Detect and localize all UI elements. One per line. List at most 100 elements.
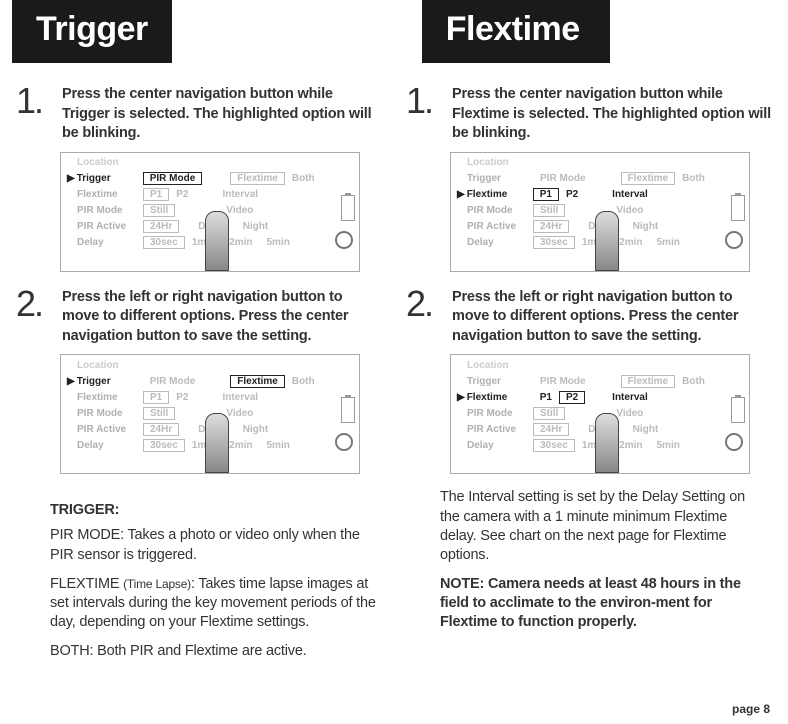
opt-both: Both [285, 375, 322, 388]
battery-icon [731, 195, 745, 221]
camera-illustration [697, 429, 747, 471]
opt-interval: Interval [605, 188, 655, 201]
opt-24hr: 24Hr [533, 220, 569, 233]
opt-interval: Interval [215, 188, 265, 201]
battery-icon [731, 397, 745, 423]
trigger-desc-pirmode: PIR MODE: Takes a photo or video only wh… [50, 526, 378, 564]
device-screenshot-flextime-1: Location Trigger PIR Mode Flextime Both … [450, 152, 750, 272]
step-text: Press the left or right navigation butto… [62, 286, 382, 347]
opt-night: Night [236, 220, 276, 233]
opt-night: Night [626, 220, 666, 233]
opt-5min: 5min [650, 236, 687, 249]
opt-pirmode: PIR Mode [143, 172, 203, 185]
opt-p2: P2 [559, 188, 585, 201]
cursor-arrow-icon: ▶ [67, 173, 75, 184]
menu-flextime: Flextime [77, 392, 143, 403]
cursor-arrow-icon: ▶ [67, 376, 75, 387]
opt-still: Still [533, 204, 565, 217]
hand-illustration [571, 413, 631, 473]
menu-pirmode-row: PIR Mode [467, 205, 533, 216]
flextime-note-desc: NOTE: Camera needs at least 48 hours in … [440, 575, 766, 632]
opt-pirmode: PIR Mode [143, 375, 203, 388]
opt-interval: Interval [605, 391, 655, 404]
opt-still: Still [143, 204, 175, 217]
menu-location: Location [467, 360, 533, 371]
opt-pirmode: PIR Mode [533, 375, 593, 388]
opt-24hr: 24Hr [533, 423, 569, 436]
cursor-arrow-icon: ▶ [457, 392, 465, 403]
opt-24hr: 24Hr [143, 220, 179, 233]
trigger-desc-flextime: FLEXTIME (Time Lapse): Takes time lapse … [50, 575, 378, 632]
opt-both: Both [285, 172, 322, 185]
section-heading-trigger: Trigger [12, 0, 172, 63]
menu-delay: Delay [77, 237, 143, 248]
menu-piractive: PIR Active [467, 424, 533, 435]
opt-flextime: Flextime [621, 172, 676, 185]
step-number: 1. [406, 83, 446, 144]
menu-flextime: Flextime [467, 189, 533, 200]
menu-piractive: PIR Active [77, 221, 143, 232]
menu-location: Location [77, 360, 143, 371]
opt-p2: P2 [169, 188, 195, 201]
opt-p2: P2 [559, 391, 585, 404]
menu-pirmode-row: PIR Mode [77, 205, 143, 216]
opt-night: Night [626, 423, 666, 436]
opt-pirmode: PIR Mode [533, 172, 593, 185]
flextime-description: The Interval setting is set by the Delay… [406, 488, 772, 632]
menu-delay: Delay [467, 237, 533, 248]
menu-location: Location [77, 157, 143, 168]
flextime-interval-desc: The Interval setting is set by the Delay… [440, 488, 766, 565]
camera-illustration [697, 227, 747, 269]
menu-location: Location [467, 157, 533, 168]
battery-icon [341, 397, 355, 423]
opt-both: Both [675, 172, 712, 185]
menu-flextime: Flextime [467, 392, 533, 403]
hand-illustration [571, 211, 631, 271]
step-text: Press the left or right navigation butto… [452, 286, 772, 347]
opt-interval: Interval [215, 391, 265, 404]
trigger-step-1: 1. Press the center navigation button wh… [16, 83, 382, 144]
opt-24hr: 24Hr [143, 423, 179, 436]
device-screenshot-trigger-1: Location ▶Trigger PIR Mode Flextime Both… [60, 152, 360, 272]
opt-p1: P1 [143, 391, 169, 404]
menu-delay: Delay [77, 440, 143, 451]
step-number: 2. [16, 286, 56, 347]
opt-still: Still [143, 407, 175, 420]
opt-30sec: 30sec [533, 439, 575, 452]
battery-icon [341, 195, 355, 221]
flextime-step-2: 2. Press the left or right navigation bu… [406, 286, 772, 347]
opt-p1: P1 [533, 391, 559, 404]
menu-pirmode-row: PIR Mode [467, 408, 533, 419]
opt-p2: P2 [169, 391, 195, 404]
step-number: 1. [16, 83, 56, 144]
opt-5min: 5min [650, 439, 687, 452]
menu-piractive: PIR Active [77, 424, 143, 435]
opt-p1: P1 [143, 188, 169, 201]
opt-30sec: 30sec [533, 236, 575, 249]
menu-delay: Delay [467, 440, 533, 451]
opt-30sec: 30sec [143, 439, 185, 452]
opt-still: Still [533, 407, 565, 420]
menu-piractive: PIR Active [467, 221, 533, 232]
column-trigger: 1. Press the center navigation button wh… [16, 83, 382, 671]
menu-pirmode-row: PIR Mode [77, 408, 143, 419]
menu-trigger: Trigger [77, 173, 143, 184]
section-heading-flextime: Flextime [422, 0, 610, 63]
step-number: 2. [406, 286, 446, 347]
step-text: Press the center navigation button while… [452, 83, 772, 144]
opt-both: Both [675, 375, 712, 388]
page-number: page 8 [732, 702, 770, 716]
menu-trigger: Trigger [467, 376, 533, 387]
flextime-step-1: 1. Press the center navigation button wh… [406, 83, 772, 144]
opt-flextime: Flextime [230, 172, 285, 185]
opt-night: Night [236, 423, 276, 436]
device-screenshot-trigger-2: Location ▶Trigger PIR Mode Flextime Both… [60, 354, 360, 474]
hand-illustration [181, 211, 241, 271]
device-screenshot-flextime-2: Location Trigger PIR Mode Flextime Both … [450, 354, 750, 474]
hand-illustration [181, 413, 241, 473]
opt-30sec: 30sec [143, 236, 185, 249]
opt-5min: 5min [260, 439, 297, 452]
camera-illustration [307, 227, 357, 269]
cursor-arrow-icon: ▶ [457, 189, 465, 200]
trigger-desc-both: BOTH: Both PIR and Flextime are active. [50, 642, 378, 661]
